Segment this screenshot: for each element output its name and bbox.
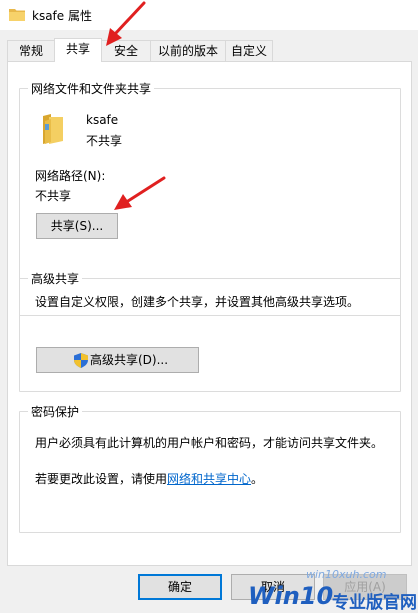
change-setting-prefix: 若要更改此设置，请使用 (35, 472, 168, 486)
tab-sharing[interactable]: 共享 (54, 38, 102, 62)
watermark: win10xuh.com Win10 专业版官网 (248, 568, 418, 613)
folder-share-status: 不共享 (86, 134, 123, 148)
sharing-panel: 网络文件和文件夹共享 ksafe 不共享 网络路径(N): 不共享 共享(S).… (7, 61, 412, 566)
folder-name: ksafe (86, 113, 119, 127)
watermark-brand: Win10 (248, 582, 334, 610)
tab-general[interactable]: 常规 (7, 40, 55, 61)
password-protection-description: 用户必须具有此计算机的用户帐户和密码，才能访问共享文件夹。 (35, 436, 384, 450)
folder-icon (9, 9, 25, 21)
share-button[interactable]: 共享(S)... (36, 213, 118, 239)
tab-security[interactable]: 安全 (101, 40, 151, 61)
title-bar: ksafe 属性 (0, 0, 418, 30)
tab-previous-versions[interactable]: 以前的版本 (150, 40, 226, 61)
uac-shield-icon (74, 353, 88, 368)
advanced-sharing-button[interactable]: 高级共享(D)... (36, 347, 199, 373)
watermark-url: win10xuh.com (306, 568, 387, 581)
watermark-brand-suffix: 专业版官网 (332, 593, 417, 613)
tab-customize[interactable]: 自定义 (225, 40, 273, 61)
advanced-sharing-description: 设置自定义权限，创建多个共享，并设置其他高级共享选项。 (35, 295, 360, 309)
network-path-value: 不共享 (35, 189, 72, 203)
advanced-sharing-group: 高级共享 设置自定义权限，创建多个共享，并设置其他高级共享选项。 高级共享(D)… (19, 270, 401, 392)
advanced-sharing-title: 高级共享 (28, 270, 83, 287)
change-setting-suffix: 。 (251, 472, 264, 486)
advanced-sharing-button-label: 高级共享(D)... (90, 353, 169, 367)
password-protection-group: 密码保护 用户必须具有此计算机的用户帐户和密码，才能访问共享文件夹。 若要更改此… (19, 403, 401, 533)
ok-button[interactable]: 确定 (138, 574, 222, 600)
password-protection-title: 密码保护 (28, 403, 83, 420)
tab-strip: 常规 共享 安全 以前的版本 自定义 (0, 38, 418, 62)
window-title: ksafe 属性 (32, 9, 92, 23)
shared-folder-icon (43, 114, 63, 144)
change-setting-text: 若要更改此设置，请使用网络和共享中心。 (35, 470, 263, 487)
network-path-label: 网络路径(N): (35, 169, 106, 183)
network-sharing-title: 网络文件和文件夹共享 (28, 80, 155, 97)
network-sharing-center-link[interactable]: 网络和共享中心 (167, 472, 251, 486)
